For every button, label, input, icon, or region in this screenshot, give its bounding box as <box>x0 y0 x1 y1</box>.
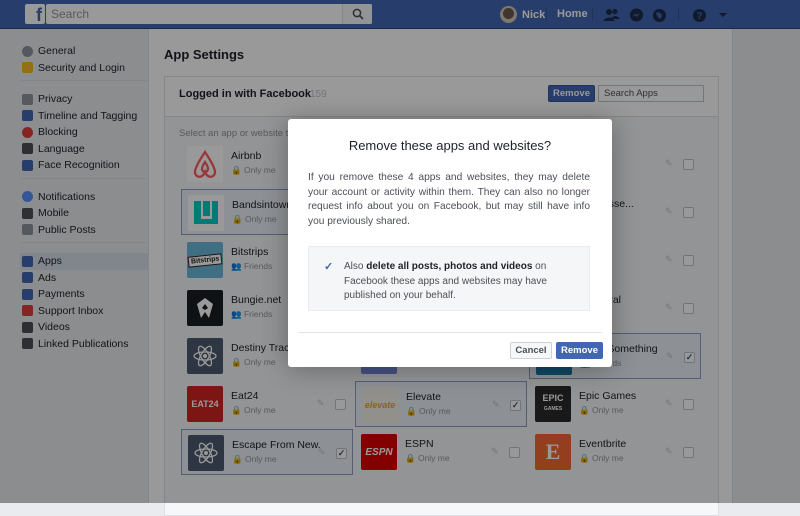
dialog-body: If you remove these 4 apps and websites,… <box>308 172 590 227</box>
delete-posts-option: ✓ Also delete all posts, photos and vide… <box>308 246 590 311</box>
delete-posts-label: Also delete all posts, photos and videos… <box>344 260 574 304</box>
confirm-remove-button[interactable]: Remove <box>556 342 603 359</box>
remove-apps-dialog: Remove these apps and websites? If you r… <box>288 119 612 367</box>
dialog-separator <box>298 332 602 333</box>
cancel-button[interactable]: Cancel <box>510 342 552 359</box>
dialog-title: Remove these apps and websites? <box>348 138 552 153</box>
option-bold: delete all posts, photos and videos <box>366 261 533 272</box>
option-prefix: Also <box>344 261 367 272</box>
delete-posts-checkbox[interactable]: ✓ <box>324 262 334 273</box>
